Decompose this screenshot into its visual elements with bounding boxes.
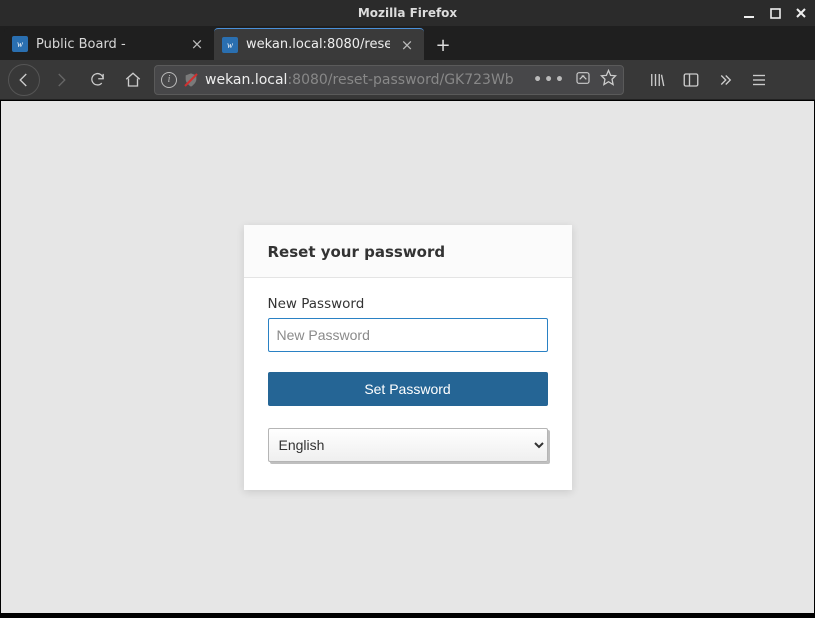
tab-title: Public Board -	[36, 37, 180, 52]
home-button[interactable]	[118, 65, 148, 95]
window-titlebar: Mozilla Firefox	[0, 0, 815, 26]
reader-mode-icon[interactable]	[574, 70, 592, 90]
tab-title: wekan.local:8080/reset-	[246, 37, 390, 52]
tab-close-button[interactable]: ×	[188, 35, 206, 53]
site-info-icon[interactable]: i	[161, 72, 177, 88]
window-minimize-button[interactable]	[741, 5, 757, 21]
sidebar-button[interactable]	[676, 65, 706, 95]
window-close-button[interactable]	[793, 5, 809, 21]
new-tab-button[interactable]: +	[428, 30, 458, 60]
window-title: Mozilla Firefox	[358, 6, 457, 20]
card-heading: Reset your password	[244, 225, 572, 278]
browser-toolbar: i wekan.local:8080/reset-password/GK723W…	[0, 60, 815, 100]
insecure-connection-icon[interactable]	[183, 72, 199, 88]
browser-tab-1[interactable]: w wekan.local:8080/reset- ×	[214, 28, 424, 60]
back-button[interactable]	[8, 64, 40, 96]
bookmark-star-icon[interactable]	[600, 69, 617, 90]
new-password-input[interactable]	[268, 318, 548, 352]
page-actions-icon[interactable]: •••	[533, 72, 566, 88]
page-viewport: Reset your password New Password Set Pas…	[0, 100, 815, 614]
menu-button[interactable]	[744, 65, 774, 95]
window-maximize-button[interactable]	[767, 5, 783, 21]
address-bar[interactable]: i wekan.local:8080/reset-password/GK723W…	[154, 65, 624, 95]
new-password-label: New Password	[268, 296, 548, 312]
reload-button[interactable]	[82, 65, 112, 95]
set-password-button[interactable]: Set Password	[268, 372, 548, 406]
browser-tab-0[interactable]: w Public Board - ×	[4, 28, 214, 60]
tab-strip: w Public Board - × w wekan.local:8080/re…	[0, 26, 815, 60]
reset-password-card: Reset your password New Password Set Pas…	[244, 225, 572, 490]
url-text: wekan.local:8080/reset-password/GK723Wb	[205, 72, 527, 88]
language-select[interactable]: English	[268, 428, 548, 462]
forward-button[interactable]	[46, 65, 76, 95]
overflow-button[interactable]	[710, 65, 740, 95]
tab-close-button[interactable]: ×	[398, 36, 416, 54]
favicon-icon: w	[12, 36, 28, 52]
favicon-icon: w	[222, 37, 238, 53]
library-button[interactable]	[642, 65, 672, 95]
